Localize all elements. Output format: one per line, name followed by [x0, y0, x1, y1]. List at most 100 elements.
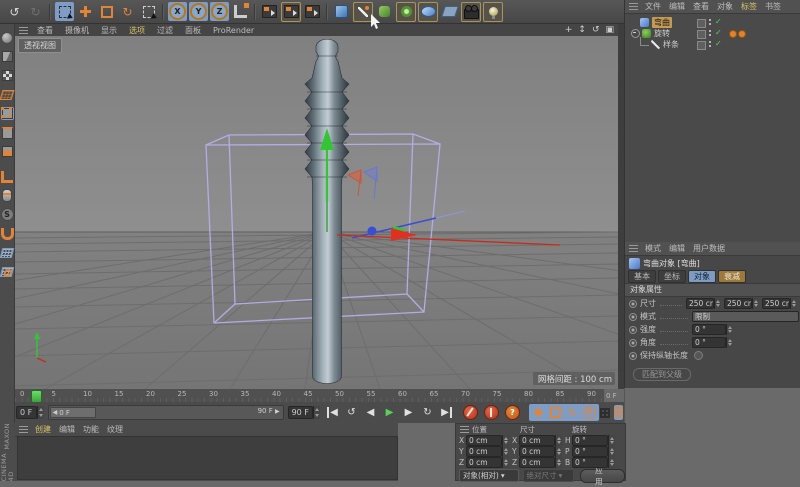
object-row-spline[interactable]: 样条 ✓: [631, 37, 800, 50]
om-menu-view[interactable]: 查看: [693, 1, 709, 12]
rot-h-field[interactable]: 0 °: [572, 435, 608, 446]
spline-pen-button[interactable]: [353, 1, 373, 22]
om-menu-edit[interactable]: 编辑: [669, 1, 685, 12]
viewport-menu-options[interactable]: 选项: [129, 25, 145, 36]
pos-y-field[interactable]: 0 cm: [466, 446, 502, 457]
strength-field[interactable]: 0 °: [692, 324, 726, 335]
object-row-bend[interactable]: 弯曲 ✓: [631, 17, 800, 28]
stepper[interactable]: [726, 337, 733, 348]
viewport-menu-prorender[interactable]: ProRender: [213, 26, 254, 35]
timeline-ruler[interactable]: 0 5 10 15 20 25 30 35 40 45 50 55 60 65 70 75 80 85 90: [15, 389, 604, 403]
tab-falloff[interactable]: 衰减: [718, 270, 746, 283]
viewport-menu-view[interactable]: 查看: [37, 25, 53, 36]
planar-workplane-button[interactable]: [0, 265, 15, 278]
object-name[interactable]: 弯曲: [652, 17, 672, 28]
key-scale-toggle[interactable]: [548, 405, 563, 420]
z-axis-handle[interactable]: [367, 226, 377, 236]
panel-menu-icon[interactable]: [19, 26, 28, 34]
undo-icon[interactable]: ↺: [5, 2, 24, 21]
move-tool[interactable]: [76, 2, 95, 21]
layer-tag-icon[interactable]: [697, 19, 706, 28]
next-frame-button[interactable]: ▶: [400, 405, 417, 421]
visibility-dots-icon[interactable]: [709, 30, 711, 32]
material-list-area[interactable]: [17, 436, 398, 480]
object-properties-section[interactable]: 对象属性: [625, 283, 800, 297]
stepper[interactable]: [555, 446, 562, 457]
live-selection-tool[interactable]: [55, 2, 74, 21]
orbit-view-icon[interactable]: ↺: [592, 25, 600, 35]
stepper[interactable]: [790, 298, 797, 309]
rot-p-field[interactable]: 0 °: [572, 446, 608, 457]
object-row-lathe[interactable]: 旋转 ✓: [631, 28, 800, 39]
previous-frame-button[interactable]: ◀: [362, 405, 379, 421]
key-pla-toggle[interactable]: [599, 405, 610, 420]
anim-dot-icon[interactable]: [629, 338, 637, 347]
anim-dot-icon[interactable]: [629, 299, 637, 308]
pos-z-field[interactable]: 0 cm: [466, 457, 502, 468]
render-settings-button[interactable]: [303, 2, 322, 21]
render-view-button[interactable]: [260, 2, 279, 21]
panel-menu-icon[interactable]: [460, 426, 469, 433]
play-mode-button[interactable]: ↻: [419, 405, 436, 421]
ruler-frame-field[interactable]: 0 F: [606, 389, 618, 402]
texture-mode-button[interactable]: [1, 69, 14, 82]
om-menu-file[interactable]: 文件: [645, 1, 661, 12]
stepper[interactable]: [502, 457, 509, 468]
pos-x-field[interactable]: 0 cm: [466, 435, 502, 446]
enabled-check-icon[interactable]: ✓: [715, 17, 722, 26]
stepper[interactable]: [608, 457, 615, 468]
mat-menu-texture[interactable]: 纹理: [107, 424, 123, 435]
zoom-view-icon[interactable]: ↕: [578, 25, 586, 35]
anim-dot-icon[interactable]: [629, 312, 637, 321]
lock-workplane-button[interactable]: [0, 246, 15, 259]
last-tool[interactable]: [139, 2, 158, 21]
play-backward-button[interactable]: ↺: [343, 405, 360, 421]
size-z-field[interactable]: 250 cm: [762, 298, 790, 309]
stepper[interactable]: [608, 435, 615, 446]
rot-b-field[interactable]: 0 °: [572, 457, 608, 468]
size-x-field[interactable]: 250 cm: [686, 298, 714, 309]
polygons-mode-button[interactable]: [1, 145, 14, 158]
mode-dropdown[interactable]: 限制: [692, 311, 799, 322]
am-menu-mode[interactable]: 模式: [645, 243, 661, 254]
viewport-menu-panel[interactable]: 面板: [185, 25, 201, 36]
viewport-name-label[interactable]: 透视视图: [18, 38, 62, 53]
enabled-check-icon[interactable]: ✓: [715, 39, 722, 48]
pan-view-icon[interactable]: +: [565, 25, 573, 35]
mat-menu-create[interactable]: 创建: [35, 424, 51, 435]
autokey-button[interactable]: [483, 405, 499, 420]
viewport-canvas[interactable]: 网格间距 : 100 cm 透视视图: [0, 36, 800, 390]
expand-toggle-icon[interactable]: [631, 29, 640, 38]
layer-tag-icon[interactable]: [697, 41, 706, 50]
stepper[interactable]: [714, 298, 721, 309]
stepper[interactable]: [502, 435, 509, 446]
end-frame-field[interactable]: 90 F: [287, 406, 313, 419]
floor-sky-button[interactable]: [418, 1, 438, 22]
enable-snap-button[interactable]: [0, 227, 14, 240]
visibility-dots-icon[interactable]: [709, 41, 711, 43]
fit-to-parent-button[interactable]: 匹配到父级: [633, 368, 691, 381]
tab-object[interactable]: 对象: [688, 270, 716, 283]
viewport-menu-display[interactable]: 显示: [101, 25, 117, 36]
stepper[interactable]: [502, 446, 509, 457]
key-position-toggle[interactable]: [531, 405, 546, 420]
om-menu-tags[interactable]: 标签: [741, 1, 757, 12]
phong-tag-icon[interactable]: [729, 30, 737, 38]
scale-tool[interactable]: [97, 2, 116, 21]
timeline-mode-button[interactable]: [613, 405, 623, 420]
timeline-slider-thumb[interactable]: ◀ 0 F: [49, 407, 96, 418]
render-picture-viewer-button[interactable]: [281, 1, 301, 22]
goto-start-button[interactable]: ◀: [324, 405, 341, 421]
stepper[interactable]: [752, 298, 759, 309]
stepper[interactable]: [36, 406, 44, 419]
generator-button[interactable]: [396, 1, 416, 22]
layer-tag-icon[interactable]: [697, 30, 706, 39]
snap-settings-button[interactable]: S: [0, 208, 14, 221]
viewport-menu-filter[interactable]: 过滤: [157, 25, 173, 36]
camera-button[interactable]: [461, 1, 481, 22]
model-mode-button[interactable]: [1, 50, 14, 63]
coord-mode-dropdown[interactable]: 对象(相对) ▾: [459, 469, 519, 482]
visibility-dots-icon[interactable]: [709, 19, 711, 21]
panel-menu-icon[interactable]: [19, 426, 28, 433]
tab-coord[interactable]: 坐标: [658, 270, 686, 283]
